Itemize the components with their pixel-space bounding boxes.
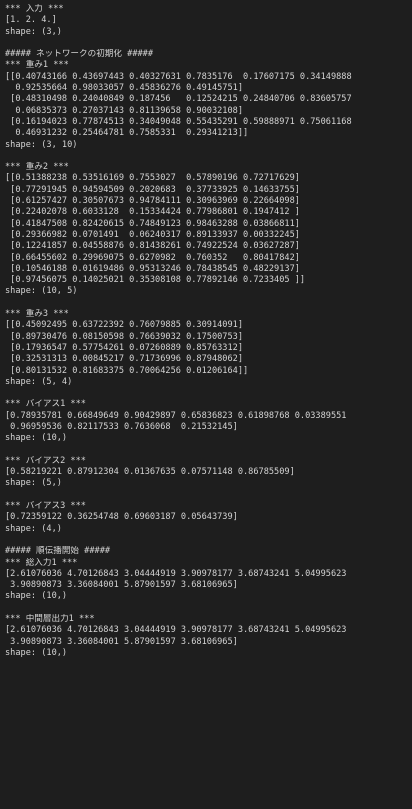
console-line: 0.06835373 0.27037143 0.81139658 0.90032… (5, 105, 243, 116)
console-line: shape: (10,) (5, 591, 68, 602)
console-line: [2.61076036 4.70126843 3.04444919 3.9097… (5, 568, 347, 579)
console-line: ##### 順伝播開始 ##### (5, 546, 111, 557)
console-line: [0.17936547 0.57754261 0.07260889 0.8576… (5, 342, 243, 353)
console-line: [[0.51388238 0.53516169 0.7553027 0.5789… (5, 173, 300, 184)
console-line: shape: (10,) (5, 433, 68, 444)
console-line: [0.16194023 0.77874513 0.34049048 0.5543… (5, 116, 352, 127)
console-line: [0.12241857 0.04558876 0.81438261 0.7492… (5, 241, 300, 252)
console-line: *** バイアス3 *** (5, 501, 86, 512)
console-line: shape: (10, 5) (5, 286, 78, 297)
console-line: *** 入力 *** (5, 4, 64, 14)
console-line: shape: (10,) (5, 647, 68, 658)
console-line: [[0.40743166 0.43697443 0.40327631 0.783… (5, 71, 352, 82)
console-line: [0.61257427 0.30507673 0.94784111 0.3096… (5, 196, 300, 207)
console-line: [0.29366982 0.0701491 0.06240317 0.89133… (5, 229, 300, 240)
console-line: [0.32531313 0.00845217 0.71736996 0.8794… (5, 354, 243, 365)
console-line: [0.48310498 0.24040849 0.187456 0.125242… (5, 94, 352, 105)
console-line: [1. 2. 4.] (5, 15, 57, 26)
console-line: 0.46931232 0.25464781 0.7585331 0.293412… (5, 128, 249, 139)
console-line: ##### ネットワークの初期化 ##### (5, 49, 154, 60)
console-line: [0.41847508 0.82420615 0.74849123 0.9846… (5, 218, 300, 229)
console-line: 3.90890873 3.36084001 5.87901597 3.68106… (5, 636, 238, 647)
console-line: *** 重み1 *** (5, 60, 69, 71)
console-line: [0.66455602 0.29969075 0.6270982 0.76035… (5, 252, 300, 263)
console-line: [[0.45092495 0.63722392 0.76079885 0.309… (5, 320, 243, 331)
console-line: shape: (5, 4) (5, 376, 73, 387)
console-line: 0.96959536 0.82117533 0.7636068 0.215321… (5, 421, 238, 432)
console-line: *** 重み3 *** (5, 309, 69, 320)
console-line: 3.90890873 3.36084001 5.87901597 3.68106… (5, 580, 238, 591)
console-line: *** バイアス2 *** (5, 455, 86, 466)
console-line: *** 中間層出力1 *** (5, 614, 95, 625)
console-line: *** 総入力1 *** (5, 557, 78, 568)
console-line: [2.61076036 4.70126843 3.04444919 3.9097… (5, 625, 347, 636)
console-line: shape: (3, 10) (5, 139, 78, 150)
console-line: [0.77291945 0.94594509 0.2020683 0.37733… (5, 184, 300, 195)
console-line: [0.58219221 0.87912304 0.01367635 0.0757… (5, 467, 295, 478)
console-line: *** バイアス1 *** (5, 399, 86, 410)
console-line: shape: (4,) (5, 523, 62, 534)
console-line: [0.89730476 0.08150598 0.76639032 0.1750… (5, 331, 243, 342)
console-line: [0.78935781 0.66849649 0.90429897 0.6583… (5, 410, 347, 421)
console-line: [0.80131532 0.81683375 0.70064256 0.0120… (5, 365, 249, 376)
console-line: 0.92535664 0.98033057 0.45836276 0.49145… (5, 83, 243, 94)
console-line: [0.72359122 0.36254748 0.69603187 0.0564… (5, 512, 238, 523)
console-line: shape: (5,) (5, 478, 62, 489)
console-output: *** 入力 *** [1. 2. 4.] shape: (3,) ##### ネット… (0, 0, 412, 809)
console-line: shape: (3,) (5, 26, 62, 37)
console-line: [0.22402078 0.6033128 0.15334424 0.77986… (5, 207, 300, 218)
console-line: *** 重み2 *** (5, 162, 69, 173)
console-line: [0.10546188 0.01619486 0.95313246 0.7843… (5, 263, 300, 274)
console-line: [0.97456075 0.14025021 0.35308108 0.7789… (5, 275, 306, 286)
